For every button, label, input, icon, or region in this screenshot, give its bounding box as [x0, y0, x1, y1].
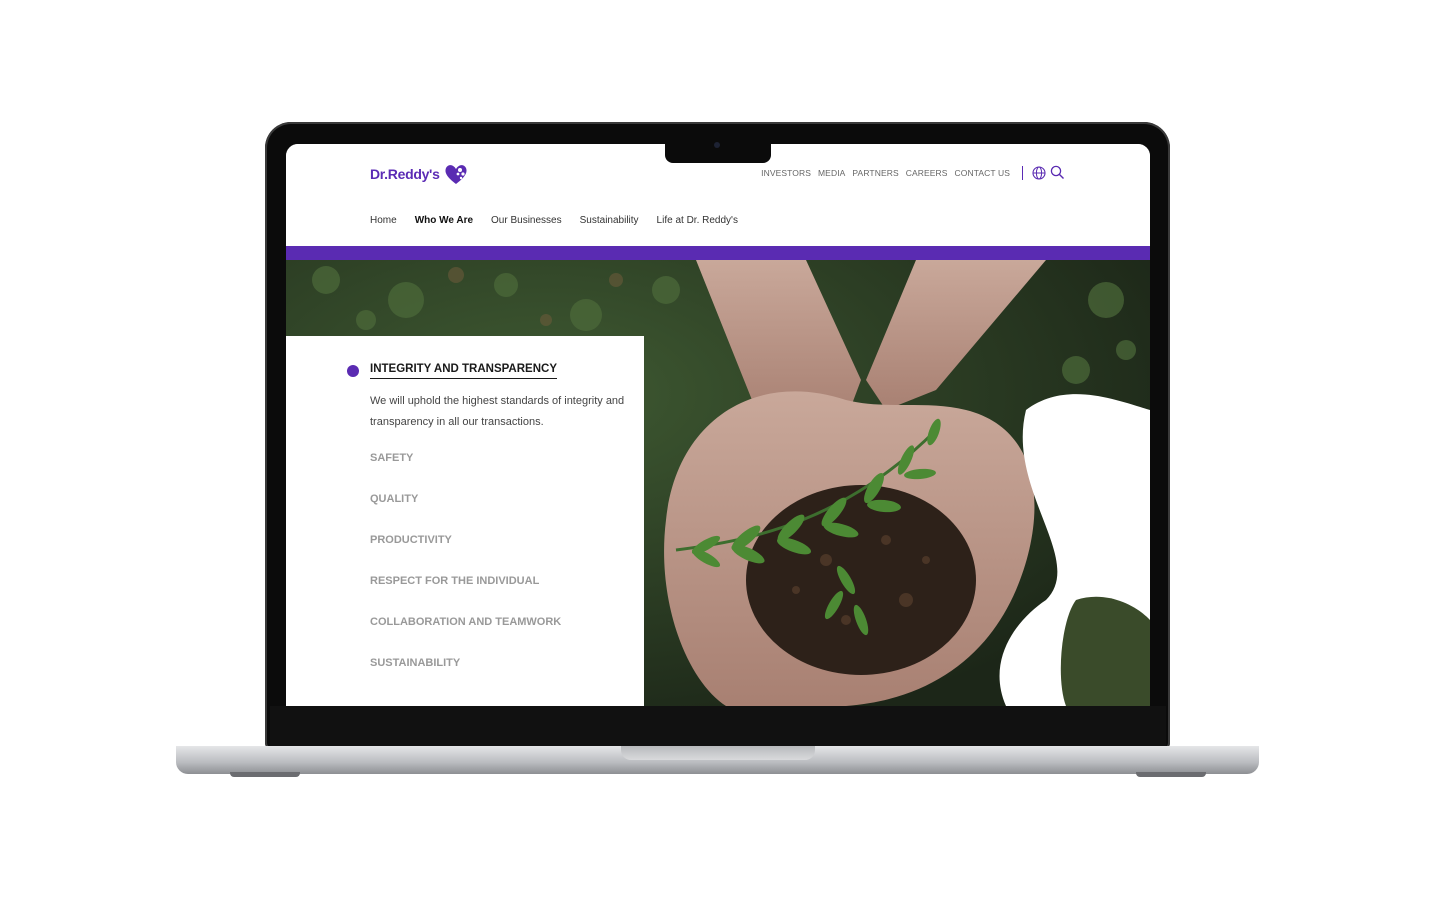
laptop-chin [270, 706, 1166, 748]
nav-our-businesses[interactable]: Our Businesses [491, 215, 562, 226]
util-link-investors[interactable]: INVESTORS [761, 168, 811, 178]
util-link-careers[interactable]: CAREERS [906, 168, 948, 178]
logo-text: Dr.Reddy's [370, 166, 440, 182]
value-item-collaboration[interactable]: COLLABORATION AND TEAMWORK [370, 616, 561, 628]
util-link-media[interactable]: MEDIA [818, 168, 845, 178]
active-bullet-icon [347, 365, 359, 377]
nav-sustainability[interactable]: Sustainability [580, 215, 639, 226]
nav-life-at-dr-reddys[interactable]: Life at Dr. Reddy's [657, 215, 738, 226]
value-item-sustainability[interactable]: SUSTAINABILITY [370, 657, 460, 669]
values-card: INTEGRITY AND TRANSPARENCY We will uphol… [286, 336, 644, 706]
hero-section: INTEGRITY AND TRANSPARENCY We will uphol… [286, 260, 1150, 706]
utility-divider [1022, 166, 1023, 180]
laptop-foot-left [230, 772, 300, 777]
laptop-foot-right [1136, 772, 1206, 777]
util-link-contact-us[interactable]: CONTACT US [955, 168, 1010, 178]
camera-icon [714, 142, 720, 148]
value-item-productivity[interactable]: PRODUCTIVITY [370, 534, 452, 546]
accent-bar [286, 246, 1150, 260]
value-item-safety[interactable]: SAFETY [370, 452, 413, 464]
util-link-partners[interactable]: PARTNERS [852, 168, 898, 178]
laptop-mockup: Dr.Reddy's INVESTORS MEDIA PARTNERS CARE… [0, 0, 1440, 900]
nav-home[interactable]: Home [370, 215, 397, 226]
heart-logo-icon [445, 165, 467, 184]
value-active-title[interactable]: INTEGRITY AND TRANSPARENCY [370, 363, 557, 379]
utility-nav: INVESTORS MEDIA PARTNERS CAREERS CONTACT… [761, 168, 1010, 178]
nav-who-we-are[interactable]: Who We Are [415, 215, 473, 226]
site-logo[interactable]: Dr.Reddy's [370, 161, 469, 187]
globe-icon[interactable] [1032, 166, 1046, 180]
value-active-description: We will uphold the highest standards of … [370, 395, 625, 428]
value-item-respect[interactable]: RESPECT FOR THE INDIVIDUAL [370, 575, 539, 587]
main-nav: Home Who We Are Our Businesses Sustainab… [370, 215, 738, 226]
search-icon[interactable] [1050, 165, 1065, 180]
value-item-quality[interactable]: QUALITY [370, 493, 418, 505]
laptop-groove [621, 746, 815, 760]
browser-screen: Dr.Reddy's INVESTORS MEDIA PARTNERS CARE… [286, 144, 1150, 706]
